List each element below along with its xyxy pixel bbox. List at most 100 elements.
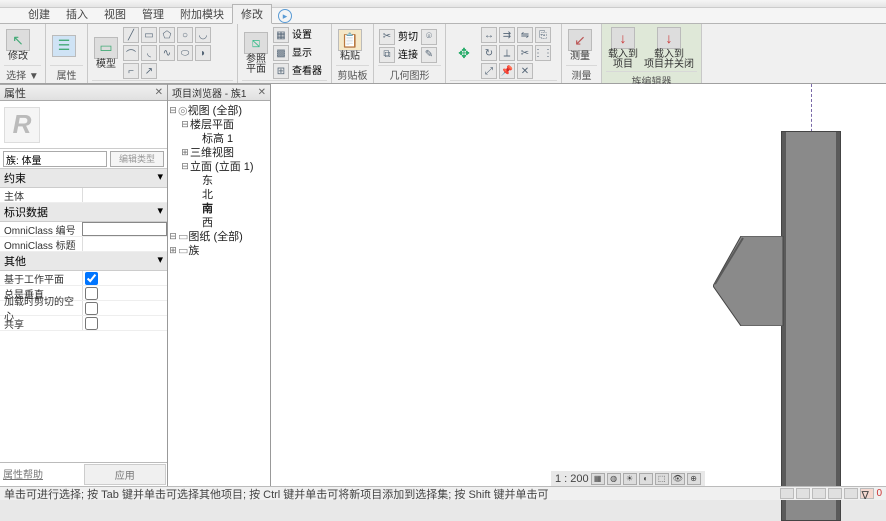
tray-filter-icon[interactable]: ∇ — [860, 488, 874, 499]
close-icon[interactable]: ✕ — [258, 87, 266, 98]
expand-icon[interactable]: ⊞ — [168, 245, 178, 256]
properties-button[interactable]: ☰ — [50, 34, 78, 58]
scale-label[interactable]: 1 : 200 — [555, 473, 589, 485]
group-identity[interactable]: 标识数据▾ — [0, 203, 167, 222]
workplane-checkbox[interactable] — [85, 272, 98, 285]
poly-icon[interactable]: ⬠ — [159, 27, 175, 43]
cutvoids-checkbox[interactable] — [85, 302, 98, 315]
shared-checkbox[interactable] — [85, 317, 98, 330]
pin-icon[interactable]: 📌 — [499, 63, 515, 79]
vertical-checkbox[interactable] — [85, 287, 98, 300]
panel-select[interactable]: 选择 ▼ — [4, 65, 41, 83]
crop-icon[interactable]: ⬚ — [655, 473, 669, 485]
tray-icon[interactable] — [844, 488, 858, 499]
visual-style-icon[interactable]: ◍ — [607, 473, 621, 485]
panel-clipboard: 剪贴板 — [336, 65, 369, 83]
load-project-button[interactable]: ↓载入到 项目 — [606, 26, 640, 71]
type-preview: R — [0, 101, 167, 149]
copy-icon[interactable]: ⎘ — [535, 27, 551, 43]
fillet-icon[interactable]: ⌐ — [123, 63, 139, 79]
close-icon[interactable]: ✕ — [155, 87, 163, 98]
omni-num-input[interactable] — [85, 223, 166, 236]
model-bracket[interactable] — [713, 236, 785, 326]
cope-icon[interactable]: ⌾ — [421, 29, 437, 45]
model-button[interactable]: ▭模型 — [92, 36, 120, 71]
model-column[interactable] — [781, 131, 841, 521]
split-icon[interactable]: ✂ — [517, 45, 533, 61]
group-other[interactable]: 其他▾ — [0, 252, 167, 271]
load-close-button[interactable]: ↓载入到 项目并关闭 — [642, 26, 696, 71]
reveal-icon[interactable]: ⊕ — [687, 473, 701, 485]
half-icon[interactable]: ◗ — [195, 45, 211, 61]
mirror-icon[interactable]: ⇋ — [517, 27, 533, 43]
tab-insert[interactable]: 插入 — [58, 5, 96, 23]
tray-icon[interactable] — [780, 488, 794, 499]
arc-icon[interactable]: ◡ — [195, 27, 211, 43]
viewer-icon[interactable]: ⊞ — [273, 63, 289, 79]
show-icon[interactable]: ▩ — [273, 45, 289, 61]
drawing-canvas[interactable]: 1 : 200 ▦ ◍ ☀ ◐ ⬚ 👁 ⊕ — [271, 84, 886, 486]
tree-elevations[interactable]: 立面 (立面 1) — [190, 158, 254, 174]
revit-logo: R — [4, 107, 40, 143]
prop-host: 主体 — [0, 188, 82, 203]
line-icon[interactable]: ╱ — [123, 27, 139, 43]
detail-level-icon[interactable]: ▦ — [591, 473, 605, 485]
paste-button[interactable]: 📋粘贴 — [336, 28, 364, 63]
expand-icon[interactable]: ⊟ — [180, 161, 190, 172]
apply-button[interactable]: 应用 — [84, 464, 167, 485]
tab-addins[interactable]: 附加模块 — [172, 5, 232, 23]
pick-icon[interactable]: ↗ — [141, 63, 157, 79]
tray-icon[interactable] — [796, 488, 810, 499]
join-geo-icon[interactable]: ⧉ — [379, 47, 395, 63]
move-button[interactable]: ✥ — [450, 41, 478, 65]
properties-title: 属性 — [4, 85, 26, 101]
tab-manage[interactable]: 管理 — [134, 5, 172, 23]
shadows-icon[interactable]: ◐ — [639, 473, 653, 485]
properties-header: 属性 ✕ — [0, 84, 167, 101]
group-constraints[interactable]: 约束▾ — [0, 169, 167, 188]
family-type-select[interactable]: 族: 体量 — [3, 151, 107, 167]
properties-help-link[interactable]: 属性帮助 — [1, 464, 82, 485]
tab-modify[interactable]: 修改 — [232, 4, 272, 24]
help-icon[interactable]: ▸ — [278, 9, 292, 23]
measure-button[interactable]: ↙测量 — [566, 28, 594, 63]
array-icon[interactable]: ⋮⋮ — [535, 45, 551, 61]
tab-view[interactable]: 视图 — [96, 5, 134, 23]
set-icon[interactable]: ▦ — [273, 27, 289, 43]
tree-families[interactable]: 族 — [188, 242, 199, 258]
panel-measure: 测量 — [566, 65, 597, 83]
arc2-icon[interactable]: ⌒ — [123, 45, 139, 61]
scale-icon[interactable]: ⤢ — [481, 63, 497, 79]
status-hint: 单击可进行选择; 按 Tab 键并单击可选择其他项目; 按 Ctrl 键并单击可… — [4, 486, 549, 502]
tray-icon[interactable] — [812, 488, 826, 499]
hide-icon[interactable]: 👁 — [671, 473, 685, 485]
omni-title-input[interactable] — [85, 238, 167, 251]
offset-icon[interactable]: ⇉ — [499, 27, 515, 43]
sun-path-icon[interactable]: ☀ — [623, 473, 637, 485]
rotate-icon[interactable]: ↻ — [481, 45, 497, 61]
arc3-icon[interactable]: ◟ — [141, 45, 157, 61]
spline-icon[interactable]: ∿ — [159, 45, 175, 61]
paint-icon[interactable]: ✎ — [421, 47, 437, 63]
circle-icon[interactable]: ○ — [177, 27, 193, 43]
view-control-bar: 1 : 200 ▦ ◍ ☀ ◐ ⬚ 👁 ⊕ — [551, 471, 705, 486]
browser-title: 项目浏览器 - 族1 — [172, 85, 246, 100]
expand-icon[interactable]: ⊟ — [168, 105, 178, 116]
trim-icon[interactable]: ⟂ — [499, 45, 515, 61]
expand-icon[interactable]: ⊞ — [180, 147, 190, 158]
work-area: 属性 ✕ R 族: 体量 编辑类型 约束▾ 主体 标识数据▾ OmniClass… — [0, 84, 886, 486]
tray-icon[interactable] — [828, 488, 842, 499]
edit-type-button[interactable]: 编辑类型 — [110, 151, 164, 167]
host-input[interactable] — [85, 189, 167, 202]
rect-icon[interactable]: ▭ — [141, 27, 157, 43]
modify-button[interactable]: ↖ 修改 — [4, 28, 32, 63]
expand-icon[interactable]: ⊟ — [168, 231, 178, 242]
expand-icon[interactable]: ⊟ — [180, 119, 190, 130]
ellipse-icon[interactable]: ⬭ — [177, 45, 193, 61]
status-bar: 单击可进行选择; 按 Tab 键并单击可选择其他项目; 按 Ctrl 键并单击可… — [0, 486, 886, 500]
ref-plane-button[interactable]: ⧅参照 平面 — [242, 31, 270, 76]
tab-create[interactable]: 创建 — [20, 5, 58, 23]
delete-icon[interactable]: ✕ — [517, 63, 533, 79]
align-icon[interactable]: ↔ — [481, 27, 497, 43]
cut-geo-icon[interactable]: ✂ — [379, 29, 395, 45]
